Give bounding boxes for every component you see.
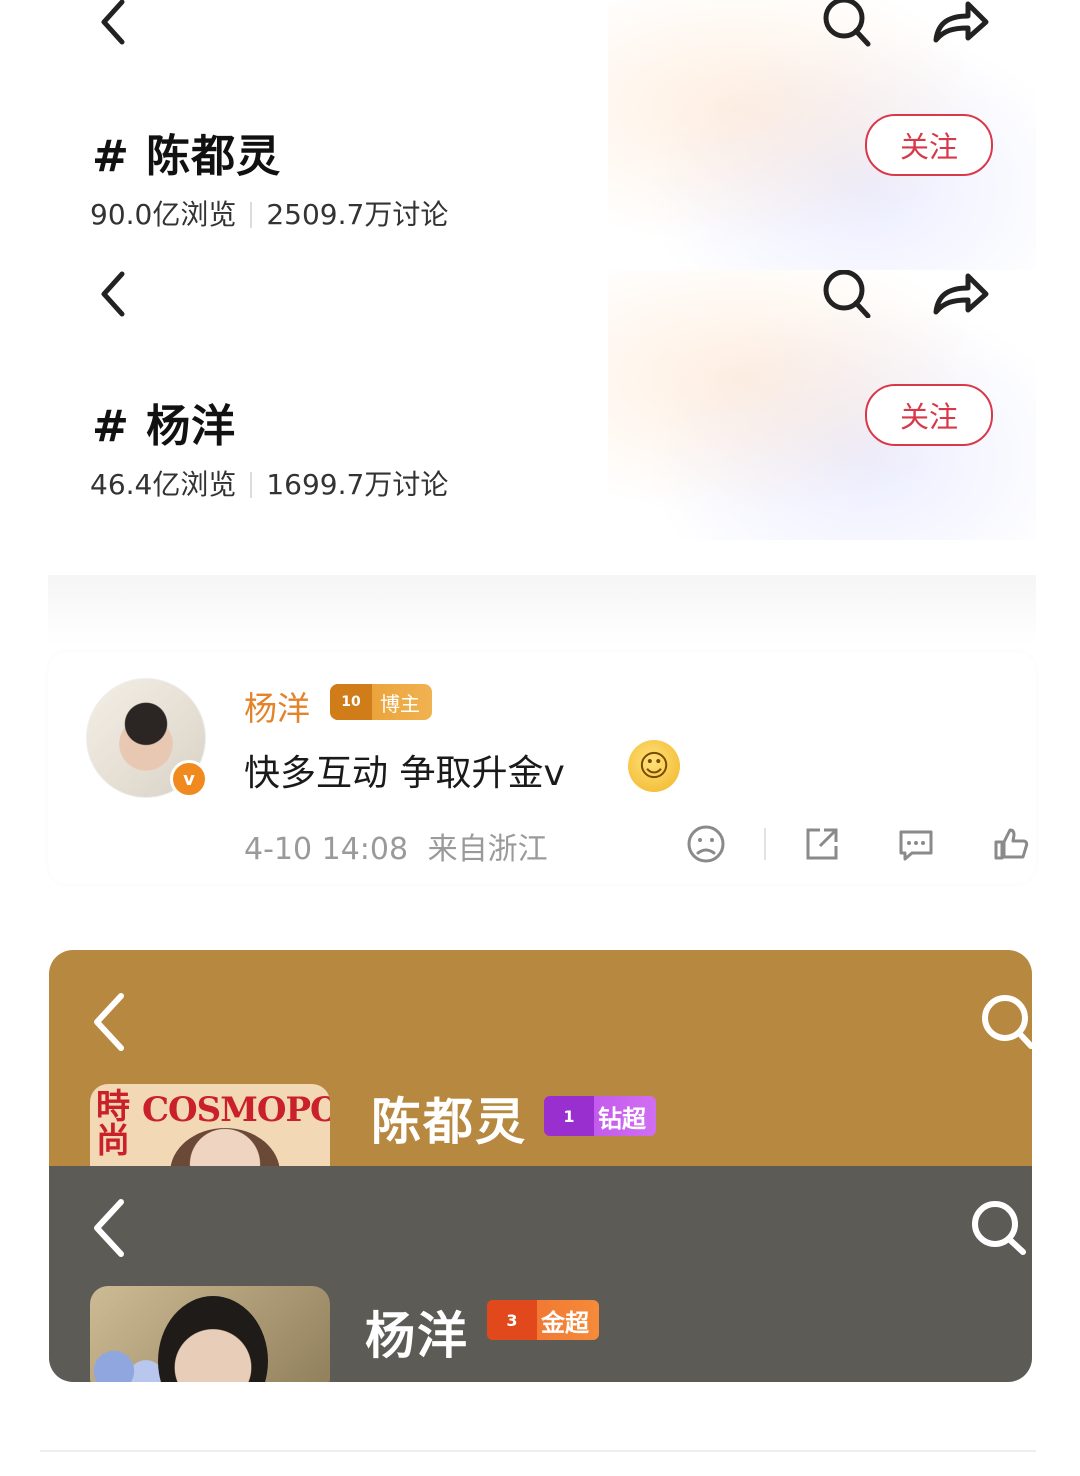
topic-stats: 90.0亿浏览 2509.7万讨论	[90, 193, 448, 233]
search-icon	[823, 270, 871, 318]
search-icon	[823, 0, 871, 47]
divider	[764, 828, 766, 860]
chevron-left-icon	[101, 0, 125, 45]
divider	[250, 472, 253, 498]
blogger-badge: 10 博主	[330, 684, 432, 720]
forward-box-icon[interactable]	[802, 824, 842, 864]
search-button[interactable]	[816, 0, 876, 48]
back-button[interactable]	[89, 990, 129, 1058]
back-button[interactable]	[88, 0, 138, 48]
badge-level: 10	[330, 684, 372, 720]
share-button[interactable]	[928, 0, 992, 48]
search-icon	[972, 1201, 1026, 1255]
super-topic-cards: 時尚 COSMOPOLITAN 陈都灵 1 钻超 杨洋 3 金超	[49, 950, 1032, 1382]
share-button[interactable]	[928, 270, 992, 318]
topic-title: # 陈都灵	[92, 131, 282, 182]
super-topic-name: 陈都灵	[371, 1093, 527, 1151]
view-count: 46.4亿浏览	[90, 468, 237, 501]
post-source: 来自浙江	[427, 832, 548, 867]
search-button[interactable]	[969, 1200, 1027, 1260]
cover-magazine-title: COSMOPOLITAN	[142, 1090, 330, 1130]
topic-title: # 杨洋	[92, 401, 237, 452]
back-button[interactable]	[89, 1196, 129, 1264]
search-button[interactable]	[979, 994, 1032, 1054]
faded-tab-strip	[48, 575, 1036, 645]
diamond-super-badge: 1 钻超	[544, 1096, 656, 1136]
gold-super-badge: 3 金超	[487, 1300, 599, 1340]
comment-bubble-icon[interactable]	[896, 824, 936, 864]
gold-gem-icon: 3	[487, 1300, 537, 1340]
cover-chinese-title: 時尚	[96, 1087, 130, 1161]
post-card: v 杨洋 10 博主 快多互动 争取升金v ☺ 4-10 14:08 来自浙江	[48, 652, 1036, 884]
divider	[40, 1450, 1036, 1452]
chevron-left-icon	[94, 1199, 124, 1257]
discussion-count: 2509.7万讨论	[266, 198, 449, 231]
verified-badge-icon: v	[170, 760, 208, 798]
badge-label: 博主	[380, 691, 420, 716]
super-topic-name: 杨洋	[365, 1307, 469, 1365]
super-topic-header-2: 杨洋 3 金超	[49, 1166, 1032, 1382]
thumb-up-icon[interactable]	[992, 824, 1032, 864]
search-button[interactable]	[816, 270, 876, 318]
view-count: 90.0亿浏览	[90, 198, 237, 231]
topic-cards: # 陈都灵 关注 90.0亿浏览 2509.7万讨论 # 杨洋 关注 46.4亿浏…	[48, 0, 1036, 590]
search-icon	[982, 995, 1032, 1049]
post-text: 快多互动 争取升金v	[244, 753, 565, 794]
super-topic-header-1: 時尚 COSMOPOLITAN 陈都灵 1 钻超	[49, 950, 1032, 1194]
topic-stats: 46.4亿浏览 1699.7万讨论	[90, 463, 448, 503]
chevron-left-icon	[94, 993, 124, 1051]
follow-button[interactable]: 关注	[865, 114, 993, 176]
topic-card-2: # 杨洋 关注 46.4亿浏览 1699.7万讨论	[48, 270, 1036, 540]
divider	[250, 202, 253, 228]
post-author[interactable]: 杨洋	[244, 682, 310, 730]
super-topic-cover[interactable]	[90, 1286, 330, 1382]
laughing-emoji-icon: ☺	[628, 740, 680, 792]
topic-card-1: # 陈都灵 关注 90.0亿浏览 2509.7万讨论	[48, 0, 1036, 270]
back-button[interactable]	[88, 270, 138, 318]
post-meta: 4-10 14:08 来自浙江	[244, 824, 548, 868]
chevron-left-icon	[101, 271, 125, 317]
badge-label: 金超	[541, 1308, 589, 1337]
share-arrow-icon	[933, 273, 989, 315]
post-time: 4-10 14:08	[244, 832, 409, 867]
badge-label: 钻超	[598, 1104, 646, 1133]
cover-portrait	[158, 1296, 268, 1382]
diamond-gem-icon: 1	[544, 1096, 594, 1136]
sad-face-icon[interactable]	[686, 824, 726, 864]
discussion-count: 1699.7万讨论	[266, 468, 449, 501]
share-arrow-icon	[933, 1, 989, 43]
follow-button[interactable]: 关注	[865, 384, 993, 446]
